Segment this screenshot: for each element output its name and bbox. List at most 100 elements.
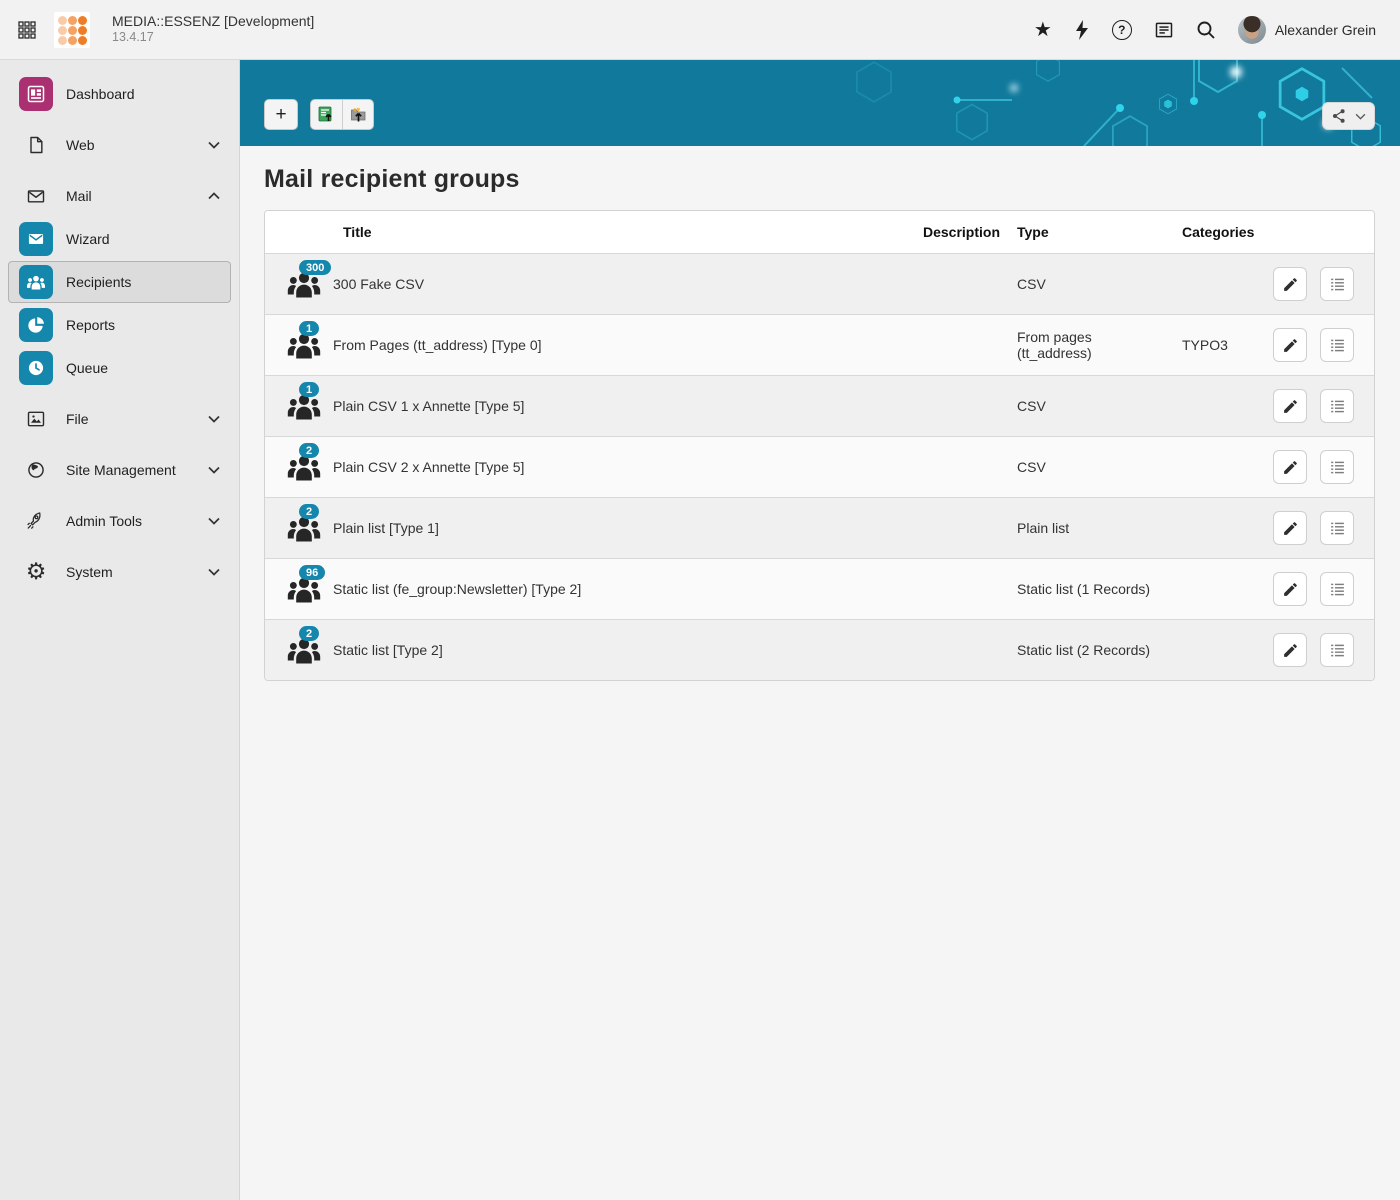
docheader-toolbar: + (264, 99, 374, 130)
edit-button[interactable] (1273, 572, 1307, 606)
table-row: 1 From Pages (tt_address) [Type 0] From … (265, 314, 1374, 375)
sidebar-item-recipients[interactable]: Recipients (8, 261, 231, 303)
record-list-button[interactable] (1320, 450, 1354, 484)
recipient-count-badge: 300 (299, 260, 331, 275)
record-list-button[interactable] (1320, 328, 1354, 362)
recipient-group-icon: 96 (286, 574, 322, 604)
app-logo (54, 12, 90, 48)
edit-button[interactable] (1273, 450, 1307, 484)
wizard-envelope-icon (19, 222, 53, 256)
recipient-table-body: 300 300 Fake CSV CSV (265, 253, 1374, 680)
column-header-categories: Categories (1165, 224, 1256, 240)
systeminfo-button[interactable] (1154, 20, 1174, 40)
sidebar-item-dashboard[interactable]: Dashboard (8, 73, 231, 115)
sidebar-item-file[interactable]: File (8, 398, 231, 440)
recipient-count-badge: 1 (299, 321, 319, 336)
module-docheader: + (240, 60, 1400, 146)
import-wizard-button[interactable] (342, 100, 373, 129)
edit-button[interactable] (1273, 328, 1307, 362)
record-list-button[interactable] (1320, 511, 1354, 545)
recipient-count-badge: 2 (299, 443, 319, 458)
record-list-icon (1329, 337, 1346, 354)
record-list-button[interactable] (1320, 267, 1354, 301)
edit-button[interactable] (1273, 633, 1307, 667)
recipient-group-icon: 1 (286, 391, 322, 421)
sidebar-item-system[interactable]: ⚙ System (8, 551, 231, 593)
shortcuts-button[interactable] (1074, 20, 1090, 40)
image-icon (19, 402, 53, 436)
group-type: CSV (1000, 459, 1165, 475)
sidebar-item-site-management[interactable]: Site Management (8, 449, 231, 491)
table-row: 2 Plain list [Type 1] Plain list (265, 497, 1374, 558)
sidebar-item-admin-tools[interactable]: Admin Tools (8, 500, 231, 542)
sidebar-item-reports[interactable]: Reports (8, 304, 231, 346)
edit-button[interactable] (1273, 389, 1307, 423)
pencil-icon (1282, 581, 1299, 598)
sidebar-item-label: Web (66, 137, 95, 153)
bookmarks-button[interactable]: ★ (1034, 20, 1052, 40)
share-dropdown-button[interactable] (1322, 102, 1375, 130)
recipient-group-icon: 2 (286, 635, 322, 665)
user-menu[interactable]: Alexander Grein (1238, 16, 1376, 44)
group-type: Static list (2 Records) (1000, 642, 1165, 658)
user-name: Alexander Grein (1275, 22, 1376, 38)
modules-grid-button[interactable] (18, 21, 36, 39)
help-button[interactable]: ? (1112, 20, 1132, 40)
recipient-count-badge: 1 (299, 382, 319, 397)
dashboard-icon (19, 77, 53, 111)
sidebar-item-mail[interactable]: Mail (8, 175, 231, 217)
csv-import-button[interactable] (311, 100, 342, 129)
group-type: Static list (1 Records) (1000, 581, 1165, 597)
pencil-icon (1282, 459, 1299, 476)
sidebar-item-label: Reports (66, 317, 115, 333)
group-title: Plain CSV 1 x Annette [Type 5] (333, 398, 524, 414)
sidebar-item-label: Mail (66, 188, 92, 204)
gear-icon: ⚙ (19, 555, 53, 589)
csv-import-icon (318, 106, 335, 123)
reports-pie-icon (19, 308, 53, 342)
record-list-button[interactable] (1320, 633, 1354, 667)
sidebar-item-web[interactable]: Web (8, 124, 231, 166)
sidebar-item-wizard[interactable]: Wizard (8, 218, 231, 260)
chevron-down-icon (208, 141, 220, 149)
recipients-people-icon (19, 265, 53, 299)
pencil-icon (1282, 337, 1299, 354)
column-header-description: Description (880, 224, 1000, 240)
circuit-pattern (660, 60, 1400, 146)
recipient-group-icon: 1 (286, 330, 322, 360)
chevron-up-icon (208, 192, 220, 200)
sidebar-item-queue[interactable]: Queue (8, 347, 231, 389)
page-title: Mail recipient groups (264, 165, 1376, 194)
recipient-group-icon: 2 (286, 513, 322, 543)
sidebar-item-label: File (66, 411, 89, 427)
module-sidebar: Dashboard Web Mail Wizard (0, 60, 240, 1200)
edit-button[interactable] (1273, 267, 1307, 301)
column-header-type: Type (1000, 224, 1165, 240)
help-icon: ? (1112, 20, 1132, 40)
record-list-button[interactable] (1320, 572, 1354, 606)
group-type: CSV (1000, 398, 1165, 414)
mail-icon (19, 179, 53, 213)
group-title: Static list [Type 2] (333, 642, 443, 658)
group-categories: TYPO3 (1165, 337, 1256, 353)
edit-button[interactable] (1273, 511, 1307, 545)
record-list-icon (1329, 459, 1346, 476)
share-icon (1331, 108, 1347, 124)
recipient-group-icon: 300 (286, 269, 322, 299)
page-icon (19, 128, 53, 162)
module-content: + (240, 60, 1400, 1200)
group-type: Plain list (1000, 520, 1165, 536)
sidebar-item-label: Admin Tools (66, 513, 142, 529)
new-group-button[interactable]: + (264, 99, 298, 130)
record-list-button[interactable] (1320, 389, 1354, 423)
chevron-down-icon (208, 517, 220, 525)
group-type: CSV (1000, 276, 1165, 292)
sidebar-item-label: Wizard (66, 231, 110, 247)
table-row: 96 Static list (fe_group:Newsletter) [Ty… (265, 558, 1374, 619)
search-button[interactable] (1196, 20, 1216, 40)
table-row: 2 Plain CSV 2 x Annette [Type 5] CSV (265, 436, 1374, 497)
search-icon (1196, 20, 1216, 40)
pencil-icon (1282, 642, 1299, 659)
chevron-down-icon (1355, 113, 1366, 120)
sidebar-item-label: Recipients (66, 274, 131, 290)
